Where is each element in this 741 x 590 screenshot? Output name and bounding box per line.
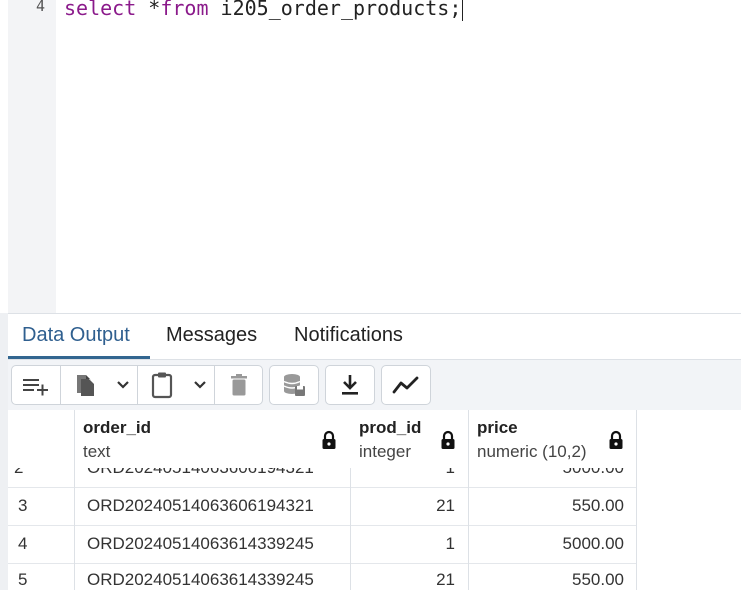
table-row[interactable]: 4 ORD20240514063614339245 1 5000.00 — [8, 525, 636, 563]
row-number: 5 — [18, 570, 28, 589]
edit-button-group — [11, 365, 263, 405]
column-header-prod-id[interactable]: prod_id integer — [351, 410, 469, 468]
results-grid: order_id text prod_id integer price nume… — [8, 410, 741, 590]
cell-price[interactable]: 550.00 — [469, 561, 624, 590]
column-header-order-id[interactable]: order_id text — [75, 410, 351, 468]
chevron-down-icon — [194, 381, 206, 389]
lock-icon — [441, 430, 455, 449]
graph-visualiser-icon — [392, 376, 419, 394]
text-caret — [462, 0, 464, 21]
paste-options-dropdown[interactable] — [186, 366, 214, 404]
keyword-from: from — [160, 0, 209, 20]
table-row[interactable]: 3 ORD20240514063606194321 21 550.00 — [8, 487, 636, 525]
cell-order-id[interactable]: ORD20240514063614339245 — [87, 561, 351, 590]
grid-toolbar — [8, 360, 741, 410]
cell-price[interactable]: 550.00 — [469, 487, 624, 525]
cell-price[interactable]: 5000.00 — [469, 525, 624, 563]
tab-data-output[interactable]: Data Output — [22, 324, 130, 347]
save-data-button[interactable] — [270, 366, 318, 404]
cell-prod-id[interactable]: 21 — [351, 487, 455, 525]
cell-prod-id[interactable]: 21 — [351, 561, 455, 590]
line-number: 4 — [36, 0, 46, 15]
column-name: price — [477, 418, 518, 437]
graph-group — [381, 365, 431, 405]
table-row[interactable]: 2 ORD20240514063606194321 1 5000.00 — [8, 468, 636, 487]
cell-order-id[interactable]: ORD20240514063606194321 — [87, 487, 351, 525]
save-group — [269, 365, 319, 405]
code-table-name: i205_order_products; — [208, 0, 462, 20]
line-gutter: 4 — [8, 0, 56, 313]
delete-icon — [231, 374, 247, 396]
column-divider — [74, 410, 75, 590]
keyword-select: select — [64, 0, 137, 20]
cell-prod-id[interactable]: 1 — [351, 468, 455, 487]
output-tabs: Data Output Messages Notifications — [8, 314, 741, 359]
column-name: order_id — [83, 418, 152, 437]
column-divider — [636, 410, 637, 590]
cell-order-id[interactable]: ORD20240514063606194321 — [87, 468, 351, 487]
delete-button[interactable] — [215, 366, 263, 404]
add-row-icon — [23, 379, 48, 396]
add-row-button[interactable] — [12, 366, 60, 404]
chevron-down-icon — [117, 381, 129, 389]
paste-icon — [151, 372, 173, 399]
tab-messages[interactable]: Messages — [166, 324, 257, 347]
column-divider — [350, 468, 351, 590]
code-star: * — [136, 0, 161, 20]
row-number: 3 — [18, 496, 28, 515]
copy-button[interactable] — [61, 366, 109, 404]
paste-button[interactable] — [138, 366, 186, 404]
row-number-header — [8, 410, 75, 468]
column-divider — [468, 410, 469, 590]
cell-order-id[interactable]: ORD20240514063614339245 — [87, 525, 351, 563]
row-number: 2 — [14, 468, 64, 487]
row-number: 4 — [18, 534, 28, 553]
table-row[interactable]: 5 ORD20240514063614339245 21 550.00 — [8, 561, 636, 590]
column-type: numeric (10,2) — [477, 442, 587, 461]
copy-icon — [77, 375, 95, 397]
download-icon — [342, 375, 358, 395]
graph-visualiser-button[interactable] — [382, 366, 430, 404]
column-type: integer — [359, 442, 411, 461]
download-button[interactable] — [326, 366, 374, 404]
tab-notifications[interactable]: Notifications — [294, 324, 403, 347]
lock-icon — [322, 430, 336, 449]
column-name: prod_id — [359, 418, 422, 437]
cell-price[interactable]: 5000.00 — [469, 468, 624, 487]
query-editor[interactable]: 4 select *from i205_order_products; — [0, 0, 741, 313]
grid-body[interactable]: 2 ORD20240514063606194321 1 5000.00 3 OR… — [8, 468, 636, 590]
lock-icon — [609, 430, 623, 449]
code-line[interactable]: select *from i205_order_products; — [64, 0, 464, 21]
download-group — [325, 365, 375, 405]
cell-prod-id[interactable]: 1 — [351, 525, 455, 563]
save-data-icon — [283, 374, 305, 396]
copy-options-dropdown[interactable] — [109, 366, 137, 404]
column-type: text — [83, 442, 111, 461]
column-header-price[interactable]: price numeric (10,2) — [469, 410, 636, 468]
